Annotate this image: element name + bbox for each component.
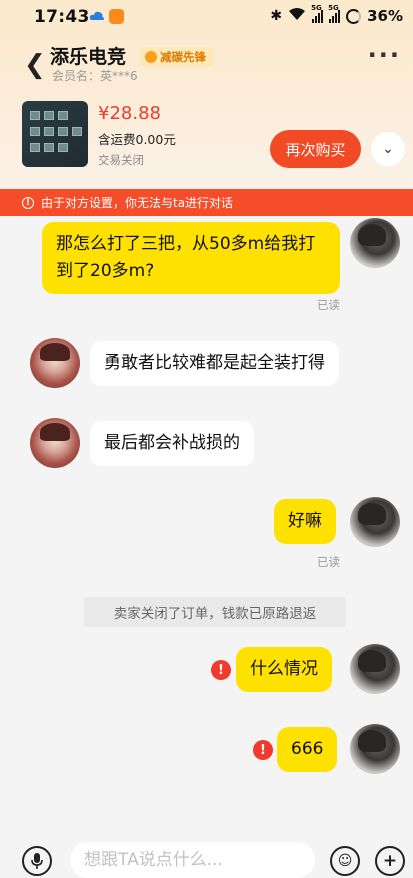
avatar[interactable] — [30, 338, 80, 388]
trade-status: 交易关闭 — [98, 153, 144, 167]
system-notice: 卖家关闭了订单，钱款已原路退返 — [84, 597, 346, 627]
shipping-fee: 含运费0.00元 — [98, 132, 176, 147]
order-price: ¥28.88 — [98, 103, 161, 124]
avatar[interactable] — [30, 418, 80, 468]
read-receipt: 已读 — [317, 298, 340, 312]
info-icon: ! — [22, 196, 34, 209]
back-arrow-icon[interactable]: ❮ — [24, 50, 46, 80]
message-bubble[interactable]: 勇敢者比较难都是起全装打得 — [90, 341, 339, 386]
signal-icon-2: 5G — [328, 4, 341, 23]
avatar[interactable] — [350, 218, 400, 268]
member-name: 会员名：英***6 — [52, 69, 138, 83]
cloud-app-icon — [89, 9, 105, 24]
signal-icon: 5G — [311, 4, 324, 23]
status-time: 17:43 — [34, 7, 90, 27]
read-receipt: 已读 — [317, 555, 340, 569]
message-bubble[interactable]: 最后都会补战损的 — [90, 421, 254, 466]
more-options-icon[interactable]: ··· — [368, 43, 401, 67]
battery-level: 36% — [367, 7, 403, 25]
plus-icon[interactable]: + — [375, 846, 405, 876]
message-bubble[interactable]: 什么情况 — [236, 647, 332, 692]
bluetooth-icon: ✱ — [270, 8, 283, 24]
message-bubble[interactable]: 好嘛 — [274, 499, 336, 544]
battery-icon — [346, 8, 362, 24]
microphone-icon[interactable] — [22, 846, 52, 876]
message-bubble[interactable]: 那怎么打了三把，从50多m给我打到了20多m? — [42, 222, 340, 294]
send-failed-icon[interactable]: ! — [211, 660, 231, 680]
avatar[interactable] — [350, 497, 400, 547]
carbon-badge: 减碳先锋 — [141, 47, 213, 67]
avatar[interactable] — [350, 644, 400, 694]
warning-banner: ! 由于对方设置，你无法与ta进行对话 — [0, 189, 413, 216]
chevron-down-icon[interactable]: ⌄ — [371, 132, 405, 166]
message-input[interactable] — [70, 842, 315, 878]
send-failed-icon[interactable]: ! — [253, 740, 273, 760]
avatar[interactable] — [350, 724, 400, 774]
rebuy-button[interactable]: 再次购买 — [270, 130, 361, 168]
message-bubble[interactable]: 666 — [277, 727, 338, 772]
product-thumbnail[interactable] — [22, 101, 88, 167]
status-bar: 17:43 ✱ 5G 5G 36% — [0, 0, 413, 34]
taobao-app-icon — [109, 9, 124, 24]
leaf-icon — [145, 51, 157, 63]
wifi-icon — [288, 7, 306, 25]
emoji-icon[interactable]: ☺ — [330, 846, 360, 876]
shop-name[interactable]: 添乐电竞 — [50, 42, 126, 69]
